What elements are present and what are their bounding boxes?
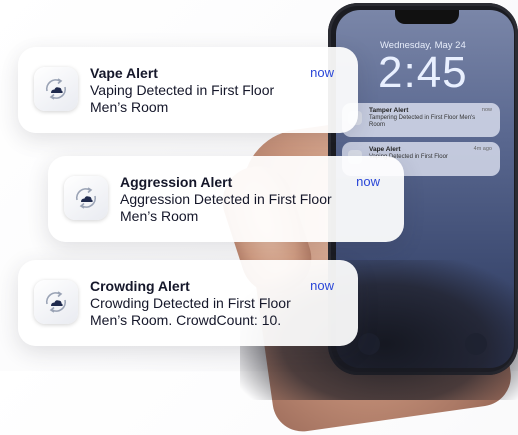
- flashlight-icon[interactable]: [358, 333, 380, 355]
- notification-card-aggression[interactable]: Aggression Alert Aggression Detected in …: [48, 156, 404, 242]
- camera-icon[interactable]: [465, 333, 487, 355]
- lock-notification-time: now: [481, 107, 492, 113]
- notification-card-vape[interactable]: Vape Alert Vaping Detected in First Floo…: [18, 47, 358, 133]
- lock-screen-time: 2:45: [378, 48, 468, 97]
- phone-notch: [395, 10, 459, 24]
- notification-time: now: [310, 65, 334, 80]
- lock-notification-time: 4m ago: [473, 146, 492, 152]
- notification-title: Aggression Alert: [120, 174, 233, 190]
- cloud-sync-icon: [34, 280, 78, 324]
- cloud-sync-icon: [34, 67, 78, 111]
- notification-body: Crowding Detected in First Floor Men’s R…: [90, 295, 291, 328]
- notification-body: Vaping Detected in First Floor Men’s Roo…: [90, 82, 275, 115]
- notification-time: now: [310, 278, 334, 293]
- notification-title: Vape Alert: [90, 65, 158, 81]
- lock-notification-title: Vape Alert: [369, 146, 401, 153]
- notification-time: now: [356, 174, 380, 189]
- lock-notification[interactable]: Tamper Alert Tampering Detected in First…: [342, 103, 500, 137]
- cloud-sync-icon: [64, 176, 108, 220]
- lock-notification-title: Tamper Alert: [369, 107, 409, 114]
- lock-notification-body: Tampering Detected in First Floor Men's …: [369, 115, 476, 128]
- notification-card-crowding[interactable]: Crowding Alert Crowding Detected in Firs…: [18, 260, 358, 346]
- notification-body: Aggression Detected in First Floor Men’s…: [120, 191, 332, 224]
- notification-title: Crowding Alert: [90, 278, 190, 294]
